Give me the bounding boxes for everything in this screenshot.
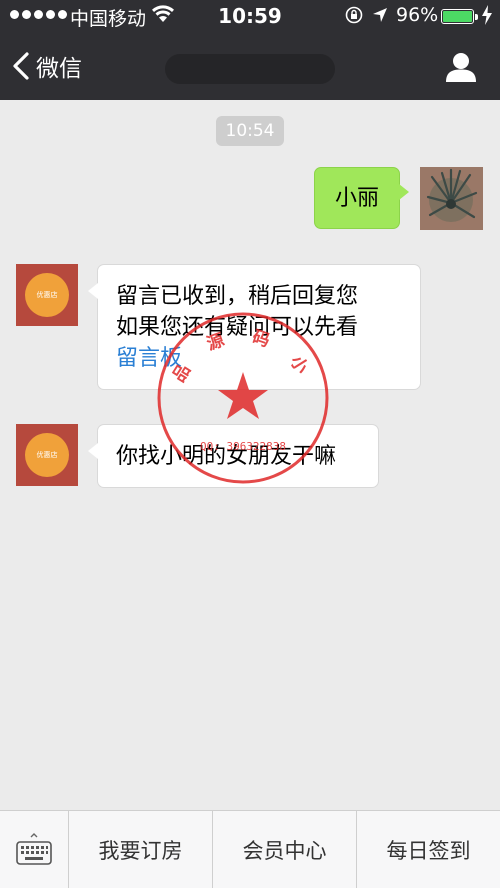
battery-percent: 96% [396,4,439,26]
message-board-link[interactable]: 留言板 [116,346,182,371]
top-bar: 中国移动 10:59 96% 微信 [0,0,500,100]
title-placeholder [165,54,335,84]
message-text: 小丽 [334,185,379,211]
keyboard-toggle-button[interactable] [0,811,69,888]
chat-area[interactable]: 10:54 小丽 优惠店 留言已收到，稍后回复您 如果您还有疑问可以先看 留言板… [0,100,500,810]
charging-icon [482,5,492,25]
shop-avatar[interactable]: 优惠店 [16,424,78,486]
shop-message-bubble[interactable]: 留言已收到，稍后回复您 如果您还有疑问可以先看 留言板 [88,264,421,390]
person-icon[interactable] [444,50,478,84]
message-timestamp: 10:54 [216,116,284,146]
rotation-lock-icon [345,6,363,24]
plant-photo [420,167,483,230]
my-message-bubble[interactable]: 小丽 [314,167,409,229]
message-line: 留言已收到，稍后回复您 [116,284,359,309]
shop-avatar[interactable]: 优惠店 [16,264,78,326]
shop-message-bubble[interactable]: 你找小明的女朋友干嘛 [88,424,379,488]
bottom-menu-bar: 我要订房 会员中心 每日签到 [0,810,500,888]
menu-book-room[interactable]: 我要订房 [69,811,213,888]
location-arrow-icon [373,8,387,22]
back-label: 微信 [36,56,82,82]
chevron-left-icon [13,52,29,80]
battery-icon [441,9,478,24]
menu-member-center[interactable]: 会员中心 [213,811,357,888]
shop-logo: 优惠店 [25,273,69,317]
keyboard-icon [16,832,52,865]
menu-daily-checkin[interactable]: 每日签到 [357,811,500,888]
message-line: 如果您还有疑问可以先看 [116,315,359,340]
back-button[interactable]: 微信 [10,48,82,84]
message-text: 你找小明的女朋友干嘛 [116,443,337,469]
nav-bar: 微信 [0,32,500,100]
shop-logo: 优惠店 [25,433,69,477]
my-avatar[interactable] [420,167,483,230]
status-bar: 中国移动 10:59 96% [0,0,500,32]
